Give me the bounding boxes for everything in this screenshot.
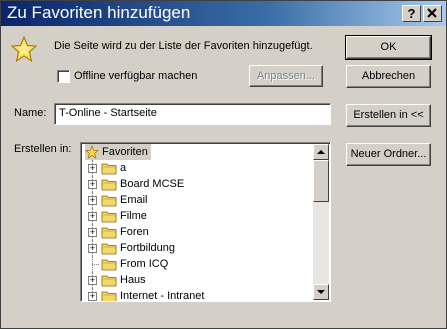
tree-scrollbar[interactable] [313, 144, 329, 300]
tree-item-label: Filme [120, 210, 147, 222]
folder-icon [101, 290, 117, 301]
offline-checkbox[interactable] [57, 70, 70, 83]
create-in-button[interactable]: Erstellen in << [346, 104, 431, 127]
expand-icon[interactable]: + [88, 180, 97, 189]
create-in-label: Erstellen in: [14, 143, 72, 155]
favorites-star-icon [85, 145, 99, 159]
ok-button[interactable]: OK [345, 35, 432, 60]
customize-button[interactable]: Anpassen... [249, 65, 323, 87]
expand-icon[interactable]: + [88, 212, 97, 221]
tree-item[interactable]: + Internet - Intranet [88, 288, 205, 302]
tree-item-label: Haus [120, 274, 146, 286]
folder-icon [101, 178, 117, 191]
tree-root-label: Favoriten [102, 146, 148, 158]
new-folder-button[interactable]: Neuer Ordner... [346, 143, 431, 166]
add-favorite-dialog: Zu Favoriten hinzufügen ? Die Seite wird… [0, 0, 447, 329]
tree-item[interactable]: + Foren [88, 224, 149, 240]
tree-item[interactable]: + a [88, 160, 126, 176]
expand-icon[interactable]: + [88, 196, 97, 205]
folder-icon [101, 210, 117, 223]
folder-icon [101, 194, 117, 207]
tree-item[interactable]: From ICQ [88, 256, 168, 272]
scroll-up-button[interactable] [313, 144, 329, 160]
folder-icon [101, 162, 117, 175]
scroll-down-button[interactable] [313, 284, 329, 300]
folder-icon [101, 242, 117, 255]
info-message: Die Seite wird zu der Liste der Favorite… [54, 40, 313, 52]
arrow-up-icon [317, 150, 325, 154]
help-button[interactable]: ? [402, 5, 421, 22]
title-bar[interactable]: Zu Favoriten hinzufügen ? [1, 1, 446, 26]
name-input[interactable]: T-Online - Startseite [54, 103, 331, 125]
tree-item-label: a [120, 162, 127, 174]
expand-icon[interactable]: + [88, 276, 97, 285]
tree-item[interactable]: + Filme [88, 208, 147, 224]
folder-icon [101, 226, 117, 239]
close-button[interactable] [423, 5, 442, 22]
expand-icon[interactable]: + [88, 244, 97, 253]
tree-item-label: Foren [120, 226, 149, 238]
tree-item-label: Fortbildung [120, 242, 176, 254]
arrow-down-icon [317, 290, 325, 294]
scroll-thumb[interactable] [313, 160, 329, 202]
cancel-button[interactable]: Abbrechen [346, 65, 431, 88]
tree-item-label: Board MCSE [120, 178, 185, 190]
folder-icon [101, 274, 117, 287]
folder-tree[interactable]: Favoriten + a + Board MCSE + Email + Filme + Fore… [80, 142, 331, 302]
tree-item-label: From ICQ [120, 258, 169, 270]
tree-item-label: Email [120, 194, 148, 206]
expand-icon[interactable]: + [88, 292, 97, 301]
tree-item[interactable]: + Email [88, 192, 148, 208]
folder-icon [101, 258, 117, 271]
favorites-star-icon [10, 35, 38, 63]
tree-item-label: Internet - Intranet [120, 290, 205, 302]
close-icon [427, 8, 437, 18]
tree-item[interactable]: + Haus [88, 272, 146, 288]
window-title: Zu Favoriten hinzufügen [7, 3, 191, 22]
expand-icon[interactable]: + [88, 164, 97, 173]
expand-icon[interactable]: + [88, 228, 97, 237]
tree-item[interactable]: + Board MCSE [88, 176, 184, 192]
tree-item[interactable]: + Fortbildung [88, 240, 175, 256]
tree-branch-line [92, 264, 99, 265]
offline-label[interactable]: Offline verfügbar machen [74, 70, 197, 82]
tree-root[interactable]: Favoriten [85, 144, 151, 160]
name-label: Name: [14, 107, 47, 119]
